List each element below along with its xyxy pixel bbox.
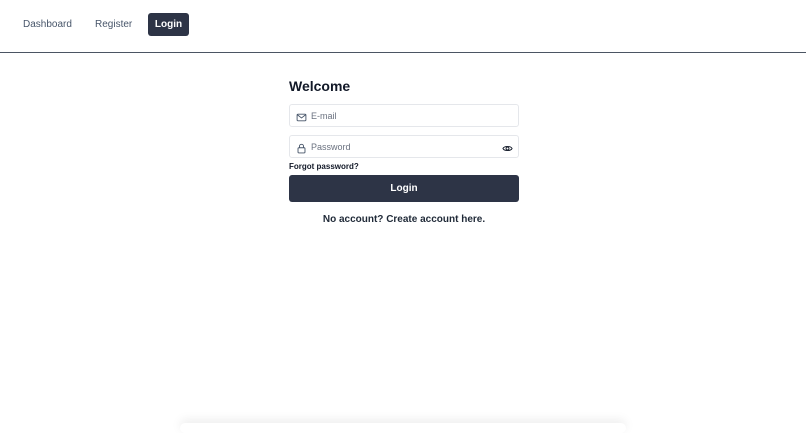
create-account-link[interactable]: No account? Create account here. — [289, 214, 519, 225]
login-form: Welcome Forgot password? Login No accoun… — [289, 76, 519, 225]
nav-login[interactable]: Login — [148, 13, 189, 36]
login-button[interactable]: Login — [289, 175, 519, 202]
email-input[interactable] — [311, 105, 491, 126]
top-navigation: Dashboard Register Login — [0, 0, 806, 53]
form-title: Welcome — [289, 78, 351, 94]
forgot-password-link[interactable]: Forgot password? — [289, 162, 359, 171]
eye-icon[interactable] — [502, 141, 513, 152]
password-field[interactable] — [289, 135, 519, 158]
email-field[interactable] — [289, 104, 519, 127]
password-input[interactable] — [311, 136, 491, 157]
nav-dashboard[interactable]: Dashboard — [14, 13, 81, 36]
lock-icon — [296, 141, 307, 154]
mail-icon — [296, 110, 307, 122]
nav-register[interactable]: Register — [86, 13, 141, 36]
